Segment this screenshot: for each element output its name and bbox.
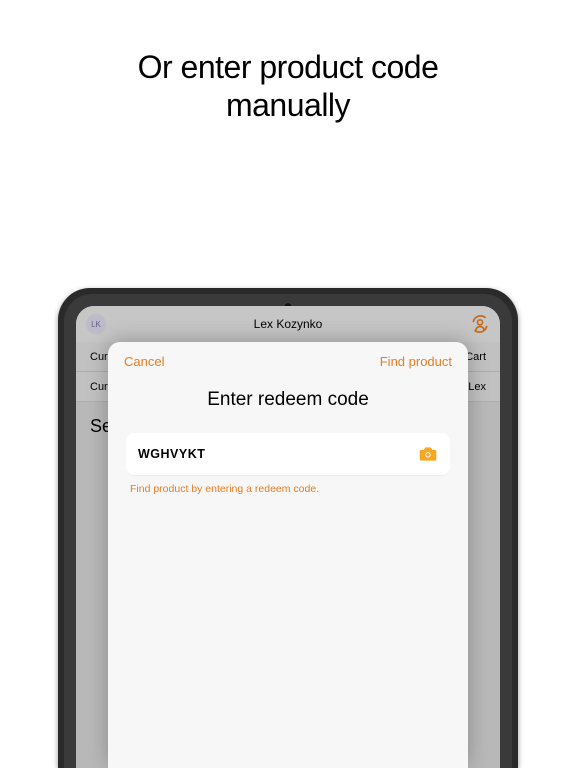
modal-title: Enter redeem code: [108, 369, 468, 433]
promo-title-line1: Or enter product code: [0, 48, 576, 86]
promo-title: Or enter product code manually: [0, 0, 576, 125]
redeem-hint: Find product by entering a redeem code.: [108, 475, 468, 503]
cancel-button[interactable]: Cancel: [124, 354, 164, 369]
promo-title-line2: manually: [0, 86, 576, 124]
redeem-code-input[interactable]: [138, 447, 418, 461]
device-mockup: LK Lex Kozynko Curre: [58, 288, 518, 768]
camera-icon[interactable]: [418, 444, 438, 464]
redeem-code-field-row: [126, 433, 450, 475]
find-product-button[interactable]: Find product: [380, 354, 452, 369]
redeem-code-modal: Cancel Find product Enter redeem code: [108, 342, 468, 768]
device-screen: LK Lex Kozynko Curre: [76, 306, 500, 768]
